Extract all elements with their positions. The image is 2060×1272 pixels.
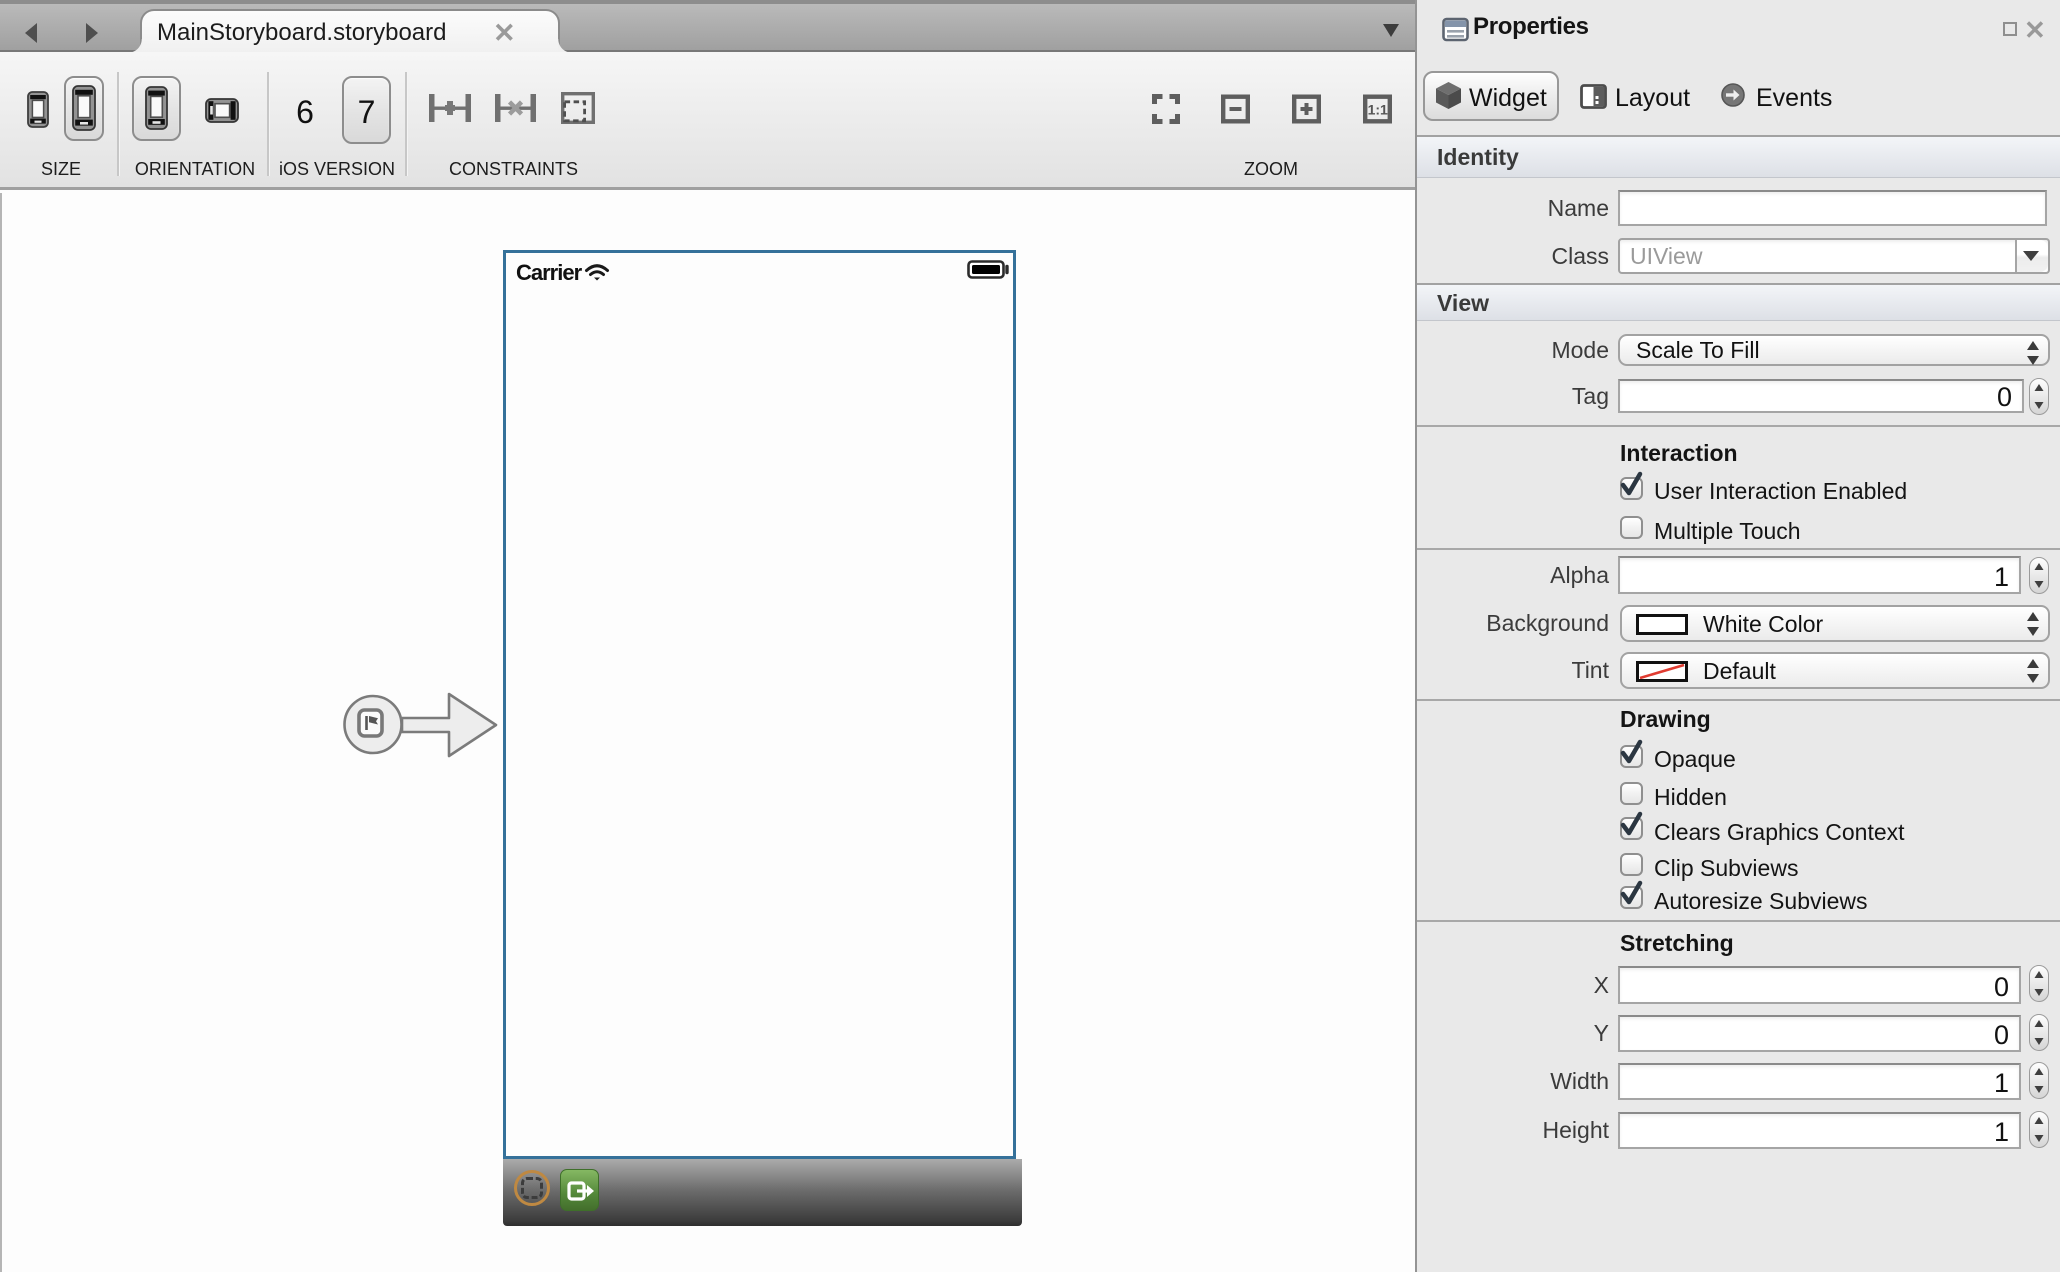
svg-text:1:1: 1:1 [1368, 102, 1388, 118]
